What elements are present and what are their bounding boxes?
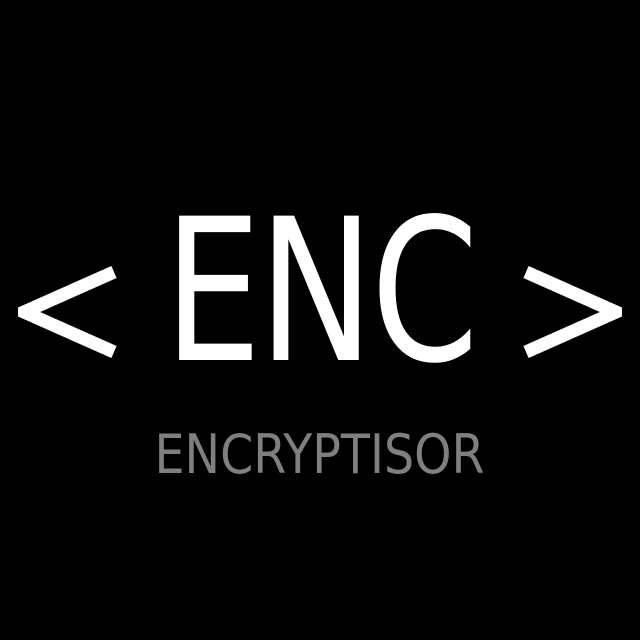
logo-wordmark: ENCRYPTISOR xyxy=(0,420,640,490)
logo-wordmark-text: ENCRYPTISOR xyxy=(154,423,486,486)
greater-than-chevron-icon xyxy=(522,262,622,362)
logo-mark-text: ENC xyxy=(164,176,479,407)
encryptisor-logo: ENC ENCRYPTISOR xyxy=(0,0,640,640)
